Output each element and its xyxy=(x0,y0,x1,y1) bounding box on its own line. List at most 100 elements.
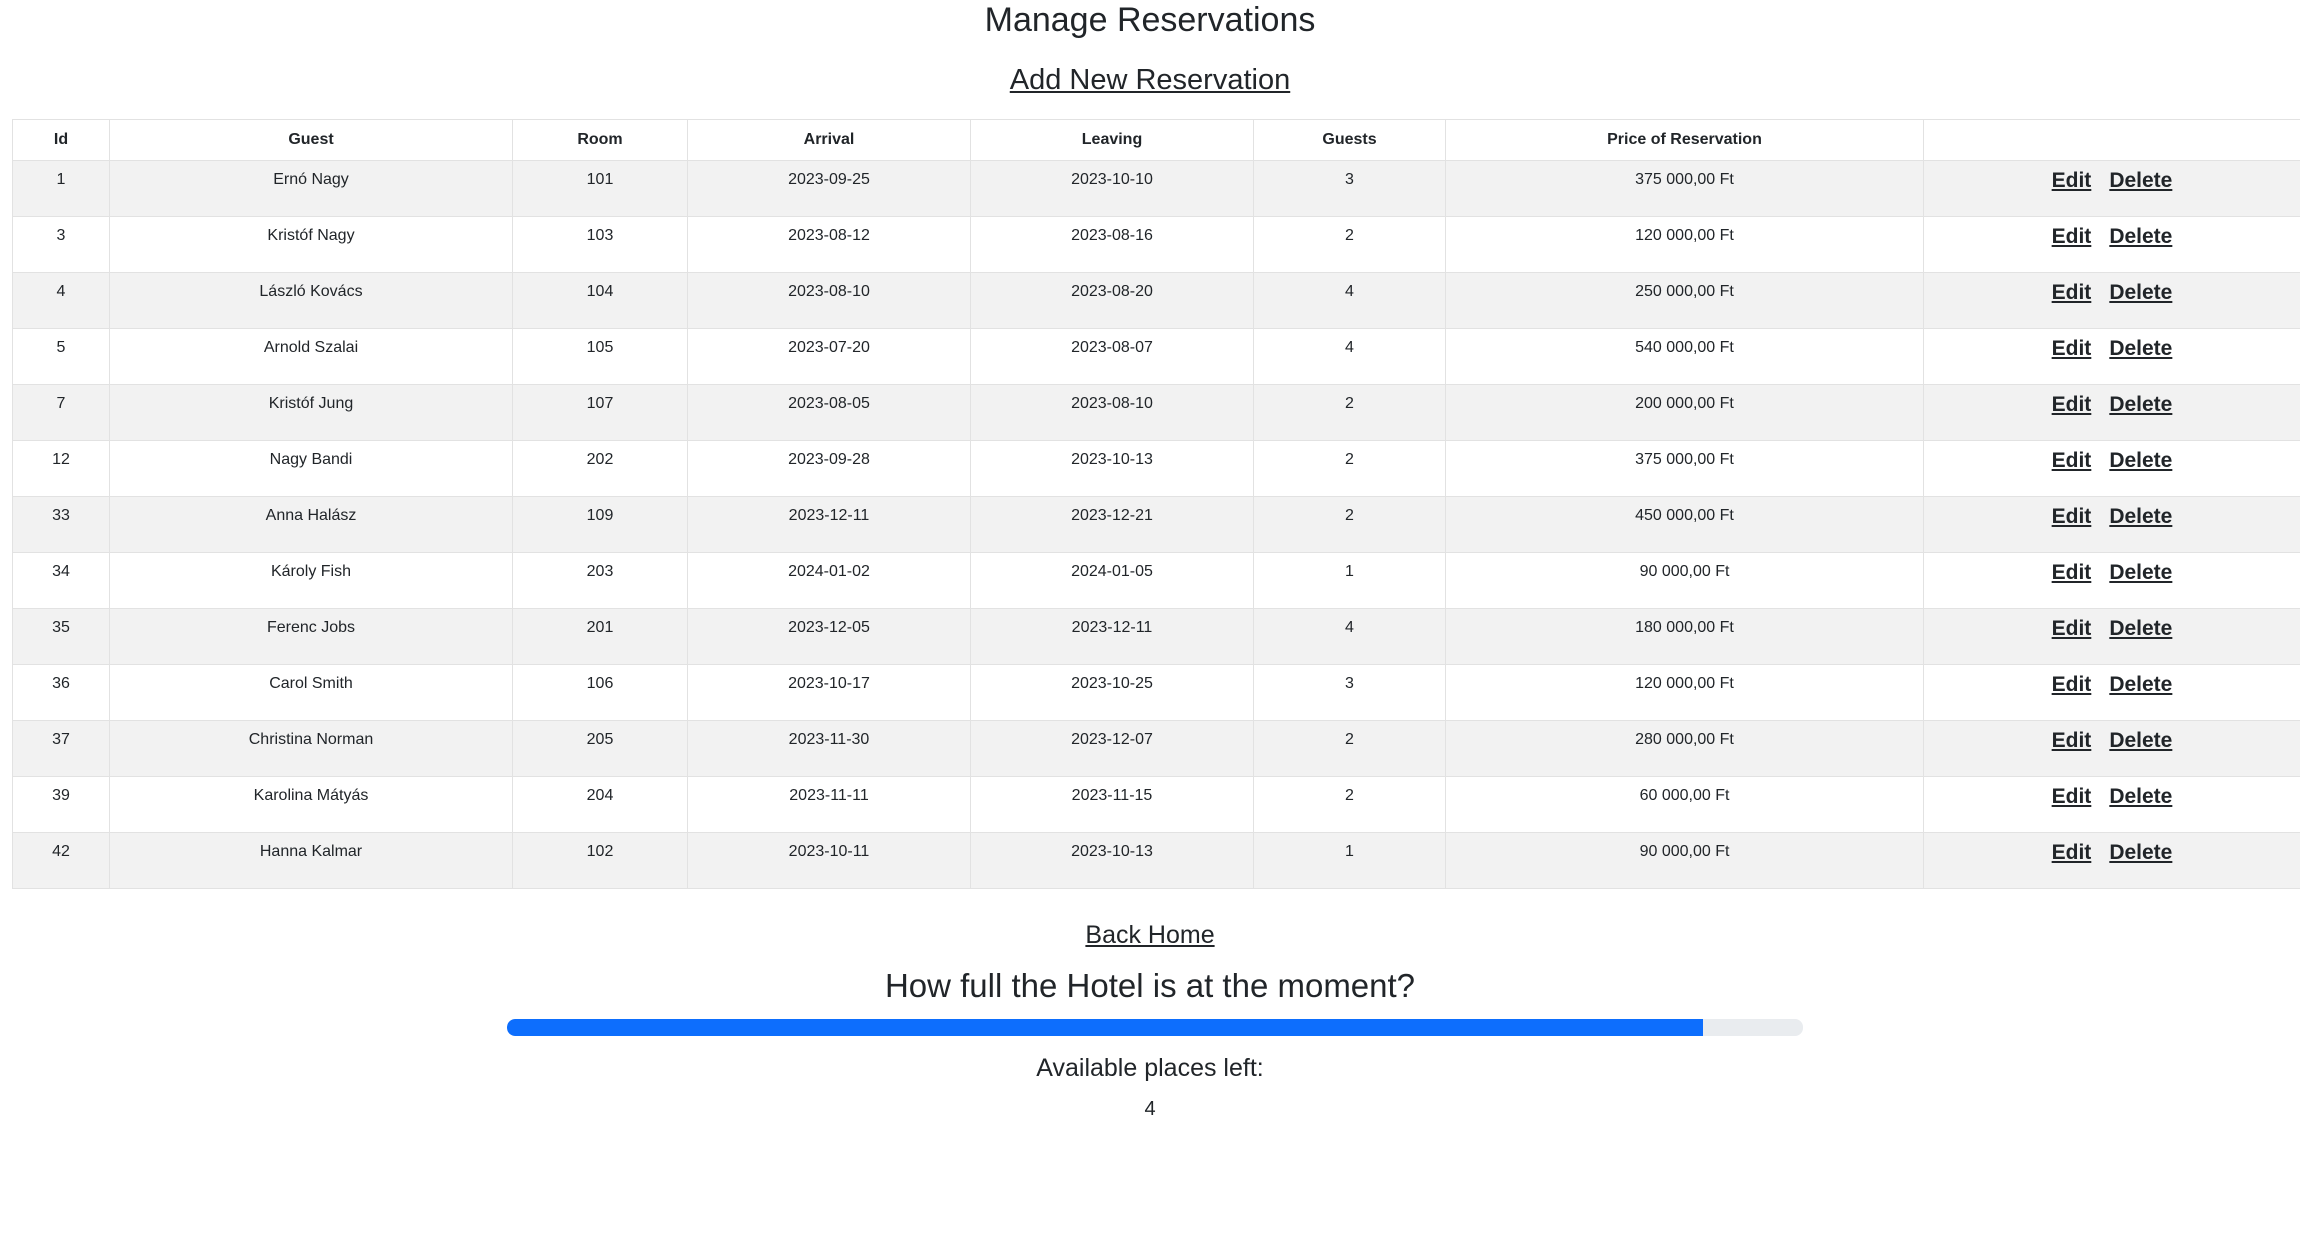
cell-id: 36 xyxy=(12,664,110,721)
delete-link[interactable]: Delete xyxy=(2109,169,2172,192)
cell-room: 203 xyxy=(512,552,688,609)
back-home-container: Back Home xyxy=(0,915,2300,955)
cell-leaving: 2023-11-15 xyxy=(970,776,1254,833)
back-home-link[interactable]: Back Home xyxy=(1085,921,1214,949)
cell-actions: Edit Delete xyxy=(1923,216,2300,273)
cell-leaving: 2023-08-07 xyxy=(970,328,1254,385)
cell-leaving: 2023-08-10 xyxy=(970,384,1254,441)
delete-link[interactable]: Delete xyxy=(2109,225,2172,248)
delete-link[interactable]: Delete xyxy=(2109,505,2172,528)
cell-actions: Edit Delete xyxy=(1923,664,2300,721)
cell-room: 201 xyxy=(512,608,688,665)
header-arrival: Arrival xyxy=(687,119,971,161)
header-guest: Guest xyxy=(109,119,513,161)
cell-leaving: 2023-10-25 xyxy=(970,664,1254,721)
cell-arrival: 2023-11-11 xyxy=(687,776,971,833)
delete-link[interactable]: Delete xyxy=(2109,841,2172,864)
reservations-table: Id Guest Room Arrival Leaving Guests Pri… xyxy=(12,119,2300,889)
cell-room: 205 xyxy=(512,720,688,777)
cell-id: 4 xyxy=(12,272,110,329)
occupancy-progress-fill xyxy=(507,1019,1704,1036)
cell-guests: 2 xyxy=(1253,384,1446,441)
edit-link[interactable]: Edit xyxy=(2052,729,2092,752)
cell-guests: 2 xyxy=(1253,776,1446,833)
delete-link[interactable]: Delete xyxy=(2109,337,2172,360)
cell-guests: 3 xyxy=(1253,664,1446,721)
table-row: 37 Christina Norman 205 2023-11-30 2023-12-0… xyxy=(12,720,2300,777)
add-reservation-link[interactable]: Add New Reservation xyxy=(1010,64,1290,96)
cell-price: 375 000,00 Ft xyxy=(1445,160,1924,217)
cell-arrival: 2023-12-05 xyxy=(687,608,971,665)
edit-link[interactable]: Edit xyxy=(2052,673,2092,696)
cell-arrival: 2024-01-02 xyxy=(687,552,971,609)
edit-link[interactable]: Edit xyxy=(2052,337,2092,360)
cell-actions: Edit Delete xyxy=(1923,608,2300,665)
cell-leaving: 2023-10-13 xyxy=(970,440,1254,497)
cell-id: 37 xyxy=(12,720,110,777)
edit-link[interactable]: Edit xyxy=(2052,505,2092,528)
delete-link[interactable]: Delete xyxy=(2109,785,2172,808)
cell-room: 101 xyxy=(512,160,688,217)
delete-link[interactable]: Delete xyxy=(2109,617,2172,640)
cell-price: 180 000,00 Ft xyxy=(1445,608,1924,665)
occupancy-title: How full the Hotel is at the moment? xyxy=(884,967,1416,1004)
delete-link[interactable]: Delete xyxy=(2109,281,2172,304)
cell-arrival: 2023-08-10 xyxy=(687,272,971,329)
header-price: Price of Reservation xyxy=(1445,119,1924,161)
cell-guest: Anna Halász xyxy=(109,496,513,553)
edit-link[interactable]: Edit xyxy=(2052,281,2092,304)
cell-guest: Ernó Nagy xyxy=(109,160,513,217)
cell-guests: 4 xyxy=(1253,328,1446,385)
cell-actions: Edit Delete xyxy=(1923,328,2300,385)
cell-arrival: 2023-07-20 xyxy=(687,328,971,385)
cell-actions: Edit Delete xyxy=(1923,384,2300,441)
cell-guest: Christina Norman xyxy=(109,720,513,777)
edit-link[interactable]: Edit xyxy=(2052,841,2092,864)
cell-guests: 4 xyxy=(1253,608,1446,665)
cell-room: 102 xyxy=(512,832,688,889)
cell-id: 5 xyxy=(12,328,110,385)
edit-link[interactable]: Edit xyxy=(2052,785,2092,808)
cell-price: 375 000,00 Ft xyxy=(1445,440,1924,497)
cell-room: 202 xyxy=(512,440,688,497)
cell-guest: Hanna Kalmar xyxy=(109,832,513,889)
edit-link[interactable]: Edit xyxy=(2052,561,2092,584)
cell-guests: 1 xyxy=(1253,552,1446,609)
edit-link[interactable]: Edit xyxy=(2052,617,2092,640)
delete-link[interactable]: Delete xyxy=(2109,561,2172,584)
cell-guests: 3 xyxy=(1253,160,1446,217)
cell-price: 200 000,00 Ft xyxy=(1445,384,1924,441)
cell-guests: 1 xyxy=(1253,832,1446,889)
cell-arrival: 2023-08-05 xyxy=(687,384,971,441)
cell-guest: Károly Fish xyxy=(109,552,513,609)
edit-link[interactable]: Edit xyxy=(2052,393,2092,416)
cell-leaving: 2023-12-11 xyxy=(970,608,1254,665)
header-actions xyxy=(1923,119,2300,161)
table-row: 12 Nagy Bandi 202 2023-09-28 2023-10-13 2 375 … xyxy=(12,440,2300,497)
edit-link[interactable]: Edit xyxy=(2052,169,2092,192)
cell-actions: Edit Delete xyxy=(1923,440,2300,497)
cell-leaving: 2024-01-05 xyxy=(970,552,1254,609)
occupancy-progress-bar xyxy=(507,1019,1803,1036)
table-row: 7 Kristóf Jung 107 2023-08-05 2023-08-10 2 200… xyxy=(12,384,2300,441)
cell-guests: 2 xyxy=(1253,720,1446,777)
cell-id: 3 xyxy=(12,216,110,273)
cell-arrival: 2023-10-17 xyxy=(687,664,971,721)
table-row: 1 Ernó Nagy 101 2023-09-25 2023-10-10 3 375 00… xyxy=(12,160,2300,217)
delete-link[interactable]: Delete xyxy=(2109,393,2172,416)
cell-price: 250 000,00 Ft xyxy=(1445,272,1924,329)
cell-leaving: 2023-08-16 xyxy=(970,216,1254,273)
delete-link[interactable]: Delete xyxy=(2109,449,2172,472)
cell-guests: 4 xyxy=(1253,272,1446,329)
edit-link[interactable]: Edit xyxy=(2052,225,2092,248)
cell-room: 103 xyxy=(512,216,688,273)
table-row: 42 Hanna Kalmar 102 2023-10-11 2023-10-13 1 90… xyxy=(12,832,2300,889)
cell-guests: 2 xyxy=(1253,440,1446,497)
cell-arrival: 2023-09-25 xyxy=(687,160,971,217)
table-body: 1 Ernó Nagy 101 2023-09-25 2023-10-10 3 375 00… xyxy=(12,160,2300,889)
delete-link[interactable]: Delete xyxy=(2109,729,2172,752)
edit-link[interactable]: Edit xyxy=(2052,449,2092,472)
delete-link[interactable]: Delete xyxy=(2109,673,2172,696)
header-leaving: Leaving xyxy=(970,119,1254,161)
cell-id: 35 xyxy=(12,608,110,665)
